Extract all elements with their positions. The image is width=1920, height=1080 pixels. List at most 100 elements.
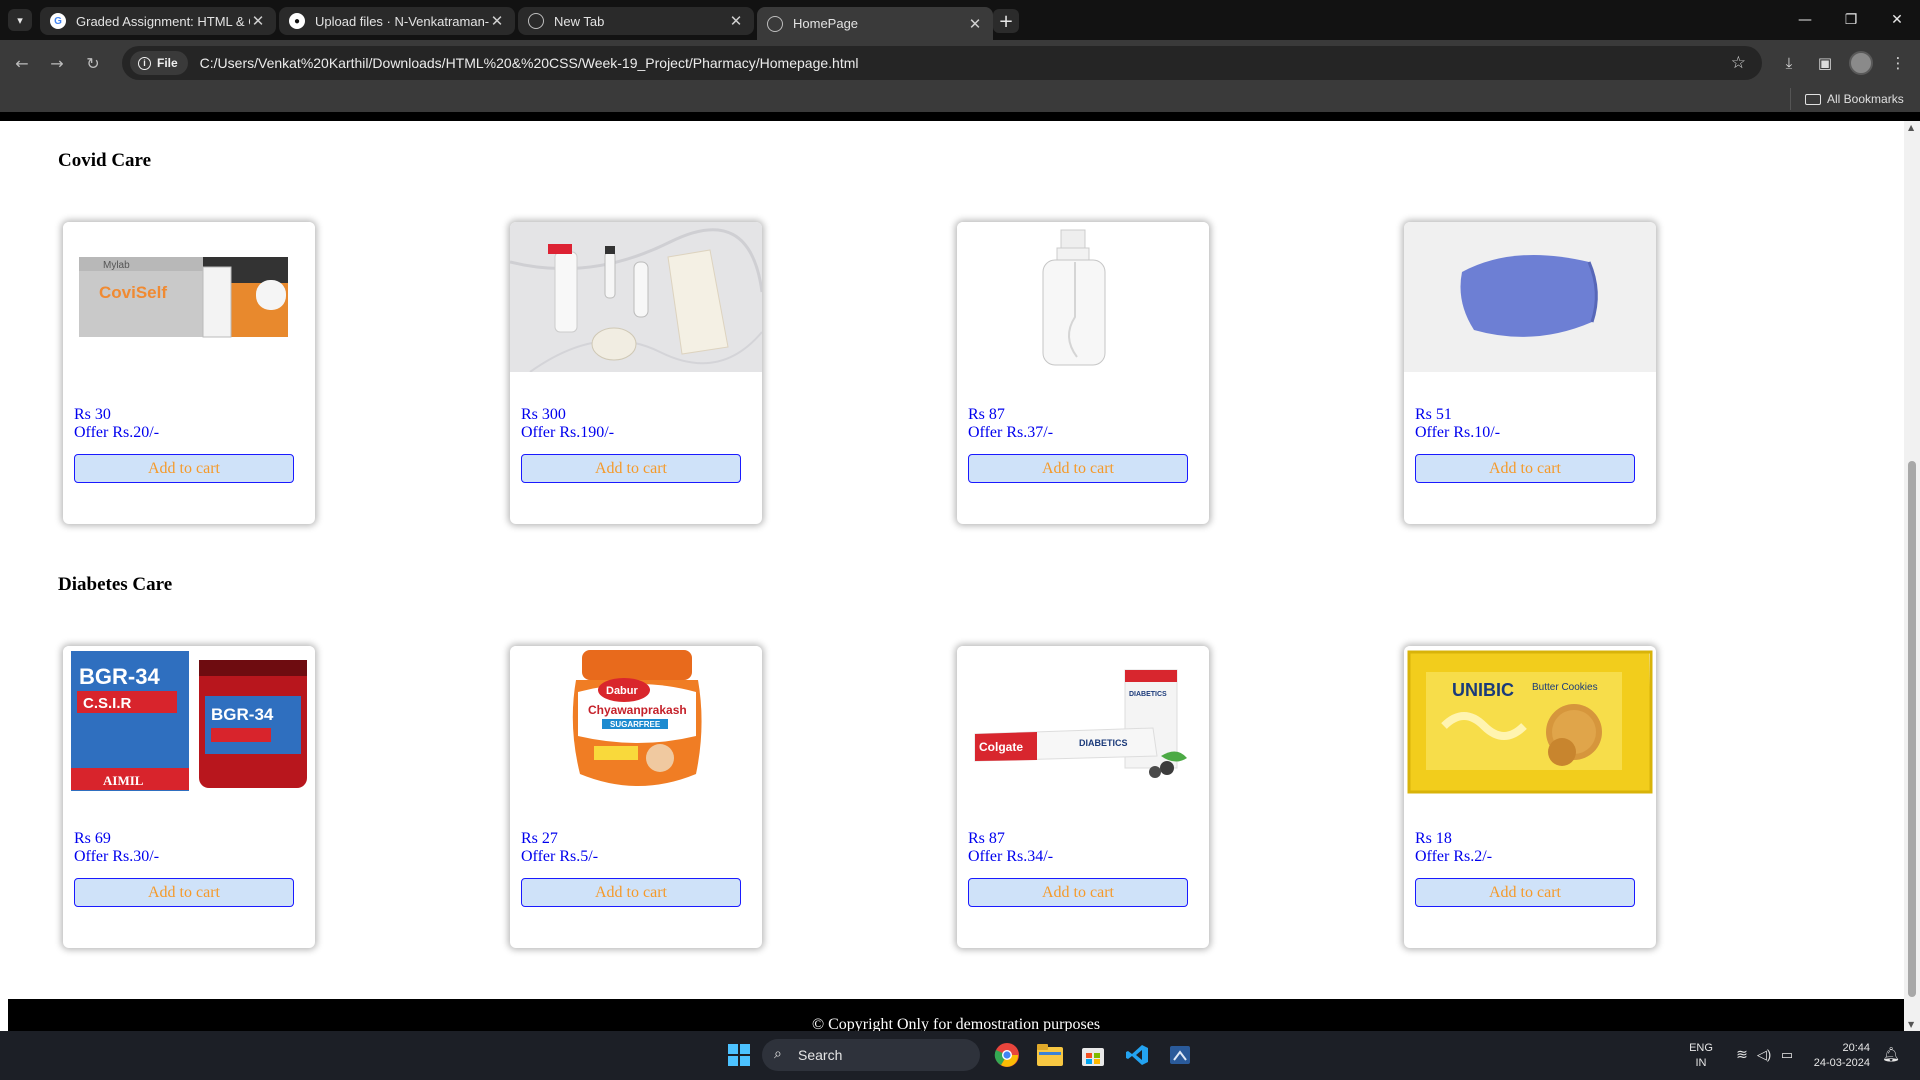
tab-new-tab[interactable]: New Tab ✕ xyxy=(518,7,754,35)
microsoft-store-icon[interactable] xyxy=(1077,1039,1109,1071)
scroll-down-arrow-icon[interactable]: ▼ xyxy=(1908,1020,1914,1029)
reload-icon[interactable]: ↻ xyxy=(79,50,107,76)
minimize-icon[interactable]: — xyxy=(1782,0,1828,40)
info-icon: i xyxy=(138,56,151,70)
page-viewport: Covid Care Mylab CoviSelf Rs 30 Offer Rs… xyxy=(0,121,1904,1031)
tab-upload-files[interactable]: ● Upload files · N-Venkatraman-9 ✕ xyxy=(279,7,515,35)
product-card: BGR-34 C.S.I.R AIMIL BGR-34 Rs 69 Offer … xyxy=(63,646,315,948)
colgate-brand: Colgate xyxy=(979,740,1023,754)
clock-time: 20:44 xyxy=(1842,1042,1870,1054)
profile-avatar[interactable] xyxy=(1849,51,1873,75)
product-card: DIABETICS Colgate DIABETICS Rs 87 Offer … xyxy=(957,646,1209,948)
bookmark-star-icon[interactable]: ☆ xyxy=(1731,53,1746,73)
product-image-dabur-chyawanprakash: Dabur Chyawanprakash SUGARFREE xyxy=(510,646,762,796)
add-to-cart-button[interactable]: Add to cart xyxy=(521,454,741,483)
close-tab-icon[interactable]: ✕ xyxy=(967,15,983,33)
taskbar-search-box[interactable]: ⌕ Search xyxy=(762,1039,980,1071)
site-info-chip[interactable]: i File xyxy=(130,51,188,75)
clock[interactable]: 20:44 24-03-2024 xyxy=(1806,1041,1870,1071)
product-offer: Offer Rs.2/- xyxy=(1415,848,1493,865)
dabur-variant: SUGARFREE xyxy=(610,720,661,729)
product-offer: Offer Rs.30/- xyxy=(74,848,160,865)
tab-title: New Tab xyxy=(554,13,605,29)
chrome-icon[interactable] xyxy=(991,1039,1023,1071)
taskbar-search-placeholder: Search xyxy=(798,1047,843,1063)
bgr-org: C.S.I.R xyxy=(83,695,132,712)
close-tab-icon[interactable]: ✕ xyxy=(250,12,266,30)
close-tab-icon[interactable]: ✕ xyxy=(728,12,744,30)
product-card: UNIBIC Butter Cookies Rs 18 Offer Rs.2/-… xyxy=(1404,646,1656,948)
folder-icon xyxy=(1805,93,1821,105)
close-tab-icon[interactable]: ✕ xyxy=(489,12,505,30)
windows-taskbar: ⌕ Search ENG IN ≋ ◁) ▭ 20:44 24-03-2024 … xyxy=(0,1031,1920,1080)
vscode-icon[interactable] xyxy=(1121,1039,1153,1071)
download-icon[interactable]: ⤓ xyxy=(1775,50,1803,76)
file-explorer-icon[interactable] xyxy=(1034,1039,1066,1071)
tab-homepage[interactable]: HomePage ✕ xyxy=(757,7,993,40)
tab-title: HomePage xyxy=(793,16,859,31)
product-card: Rs 51 Offer Rs.10/- Add to cart xyxy=(1404,222,1656,524)
site-info-label: File xyxy=(157,56,178,70)
product-image-covid-protection-kit xyxy=(510,222,762,372)
close-window-icon[interactable]: ✕ xyxy=(1874,0,1920,40)
notification-bell-icon[interactable]: 🔔︎ xyxy=(1882,1047,1900,1062)
address-bar[interactable]: i File C:/Users/Venkat%20Karthil/Downloa… xyxy=(122,46,1762,80)
language-indicator[interactable]: ENG IN xyxy=(1685,1041,1717,1071)
product-price: Rs 87 xyxy=(968,830,1005,847)
windows-start-icon[interactable] xyxy=(723,1039,755,1071)
menu-kebab-icon[interactable]: ⋮ xyxy=(1884,50,1912,76)
product-image-face-mask xyxy=(1404,222,1656,372)
dabur-product: Chyawanprakash xyxy=(588,703,687,717)
volume-icon[interactable]: ◁) xyxy=(1755,1047,1773,1062)
page-footer: © Copyright Only for demostration purpos… xyxy=(8,999,1904,1031)
section-title-diabetes-care: Diabetes Care xyxy=(58,574,173,595)
product-card: Dabur Chyawanprakash SUGARFREE Rs 27 Off… xyxy=(510,646,762,948)
svg-text:DIABETICS: DIABETICS xyxy=(1129,691,1167,698)
add-to-cart-button[interactable]: Add to cart xyxy=(74,454,294,483)
add-to-cart-button[interactable]: Add to cart xyxy=(74,878,294,907)
product-offer: Offer Rs.10/- xyxy=(1415,424,1501,441)
bgr-maker: AIMIL xyxy=(103,773,144,788)
tab-search-dropdown-icon[interactable]: ▾ xyxy=(8,9,32,31)
page-header-strip xyxy=(0,112,1920,121)
product-card: Rs 300 Offer Rs.190/- Add to cart xyxy=(510,222,762,524)
product-price: Rs 18 xyxy=(1415,830,1452,847)
add-to-cart-button[interactable]: Add to cart xyxy=(1415,454,1635,483)
page-scrollbar[interactable]: ▲ ▼ xyxy=(1904,121,1920,1031)
product-price: Rs 27 xyxy=(521,830,558,847)
tab-title: Graded Assignment: HTML & C xyxy=(76,13,250,29)
snipping-tool-icon[interactable] xyxy=(1164,1039,1196,1071)
add-to-cart-button[interactable]: Add to cart xyxy=(968,878,1188,907)
new-tab-button[interactable]: + xyxy=(993,9,1019,33)
wifi-icon[interactable]: ≋ xyxy=(1733,1047,1751,1062)
add-to-cart-button[interactable]: Add to cart xyxy=(1415,878,1635,907)
product-offer: Offer Rs.34/- xyxy=(968,848,1054,865)
product-price: Rs 51 xyxy=(1415,406,1452,423)
globe-icon xyxy=(528,13,544,29)
tab-title: Upload files · N-Venkatraman-9 xyxy=(315,13,489,29)
product-image-colgate-diabetics-toothpaste: DIABETICS Colgate DIABETICS xyxy=(957,646,1209,796)
battery-icon[interactable]: ▭ xyxy=(1778,1047,1796,1062)
clock-date: 24-03-2024 xyxy=(1813,1057,1870,1069)
forward-icon[interactable]: → xyxy=(43,50,71,76)
restore-icon[interactable]: ❐ xyxy=(1828,0,1874,40)
section-title-covid-care: Covid Care xyxy=(58,150,152,171)
add-to-cart-button[interactable]: Add to cart xyxy=(968,454,1188,483)
add-to-cart-button[interactable]: Add to cart xyxy=(521,878,741,907)
back-icon[interactable]: ← xyxy=(8,50,36,76)
language-line-2: IN xyxy=(1695,1057,1707,1069)
product-image-covid-test-kit: Mylab CoviSelf xyxy=(63,222,315,372)
product-offer: Offer Rs.190/- xyxy=(521,424,615,441)
all-bookmarks-button[interactable]: All Bookmarks xyxy=(1790,88,1904,110)
url-text[interactable]: C:/Users/Venkat%20Karthil/Downloads/HTML… xyxy=(200,55,859,71)
covid-kit-name: CoviSelf xyxy=(99,283,167,302)
side-panel-icon[interactable]: ▣ xyxy=(1811,50,1839,76)
all-bookmarks-label: All Bookmarks xyxy=(1827,92,1904,106)
product-offer: Offer Rs.20/- xyxy=(74,424,160,441)
language-line-1: ENG xyxy=(1689,1042,1713,1054)
unibic-brand: UNIBIC xyxy=(1452,680,1514,700)
colgate-variant: DIABETICS xyxy=(1079,738,1128,748)
tab-graded-assignment[interactable]: G Graded Assignment: HTML & C ✕ xyxy=(40,7,276,35)
scroll-up-arrow-icon[interactable]: ▲ xyxy=(1908,123,1914,132)
scrollbar-thumb[interactable] xyxy=(1908,461,1916,997)
